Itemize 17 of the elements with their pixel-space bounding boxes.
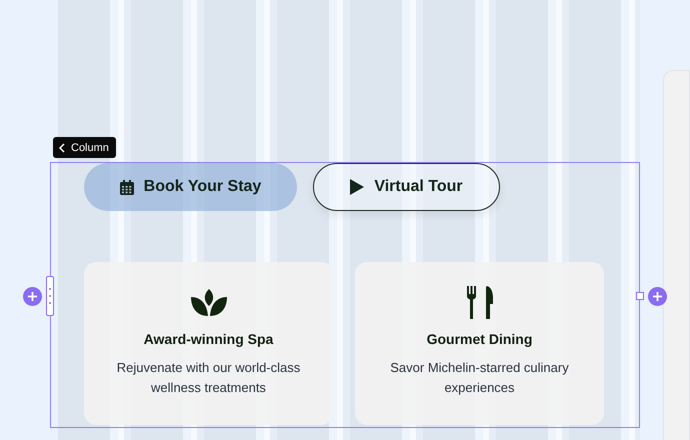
feature-description: Rejuvenate with our world-class wellness treatments [116,359,302,397]
tour-button[interactable]: Virtual Tour [313,163,500,211]
chevron-left-icon [59,142,65,152]
fork-knife-icon [466,286,492,319]
column-breadcrumb-tag[interactable]: Column [53,137,116,158]
add-icon[interactable] [23,287,42,306]
resize-handle[interactable] [636,292,644,300]
lotus-icon [190,288,226,316]
feature-description: Savor Michelin-starred culinary experiences [389,359,570,397]
add-icon[interactable] [648,287,667,306]
drag-handle[interactable] [46,276,54,316]
book-button[interactable]: Book Your Stay [84,163,297,211]
feature-title: Gourmet Dining [426,331,532,347]
calendar-icon [120,180,134,194]
feature-title: Award-winning Spa [144,331,274,347]
play-icon [350,179,364,195]
tag-label: Column [71,142,109,154]
